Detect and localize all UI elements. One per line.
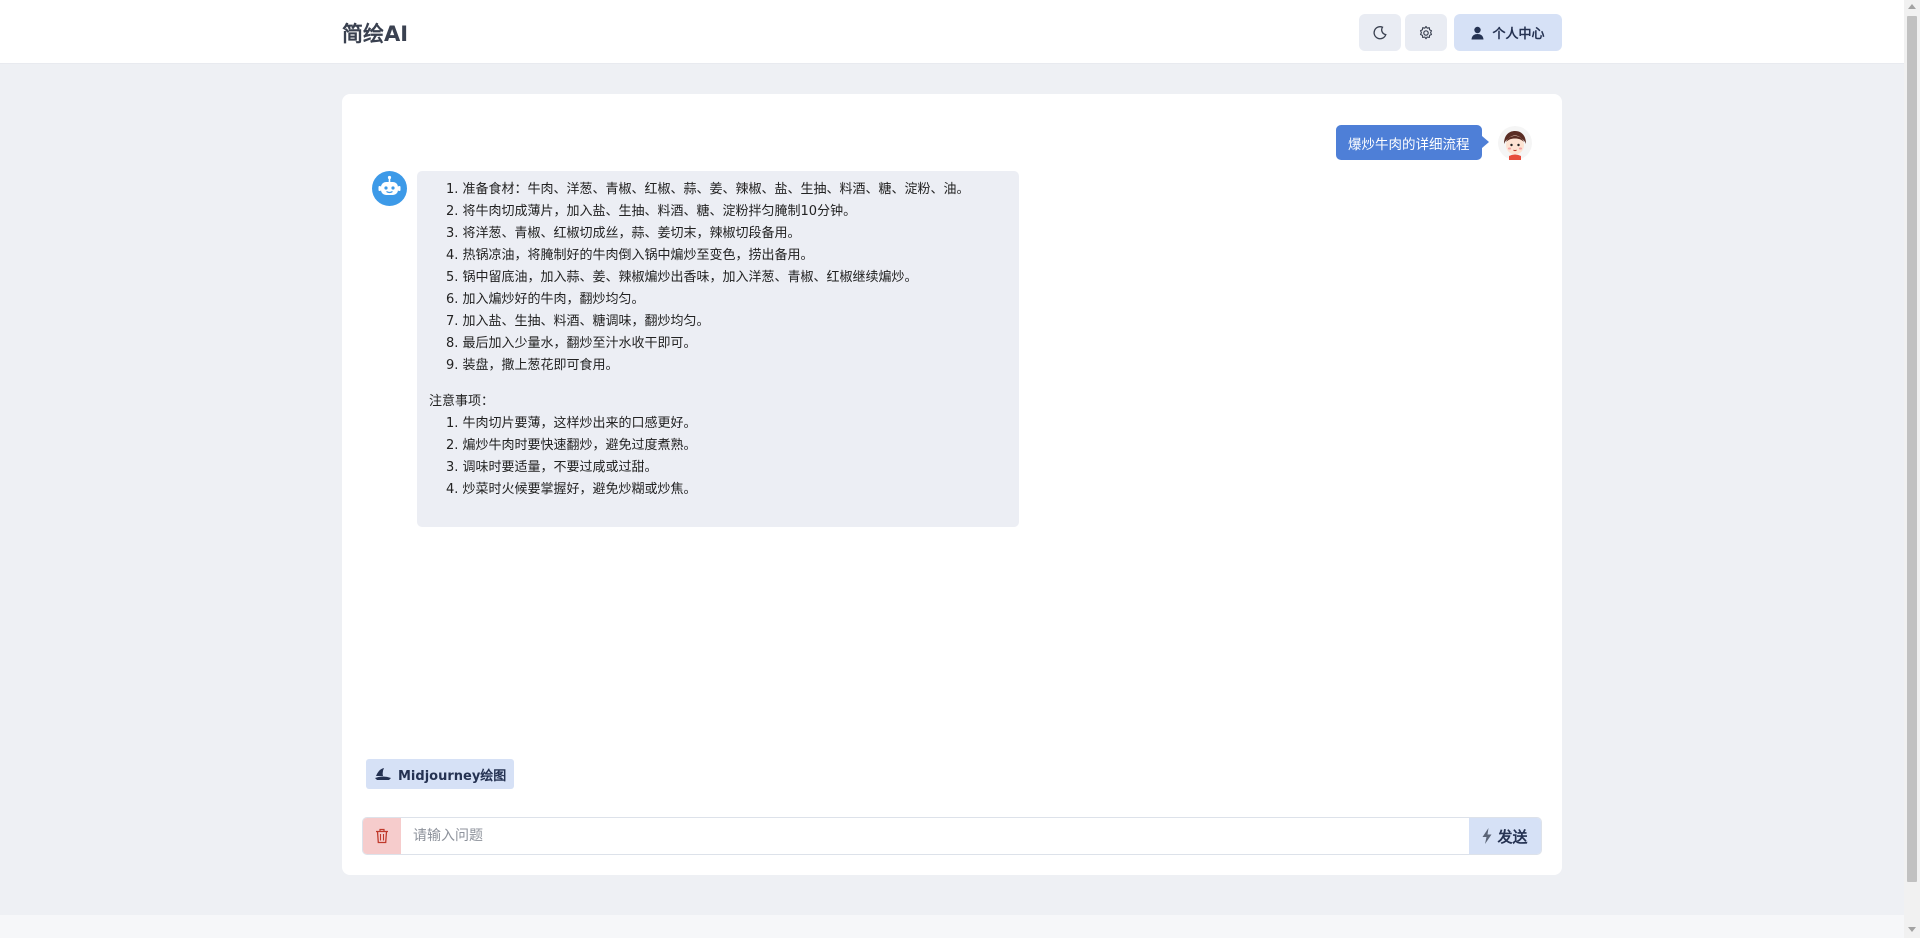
settings-button[interactable]: [1405, 14, 1447, 51]
sailboat-icon: [375, 768, 391, 780]
clear-chat-button[interactable]: [363, 818, 401, 854]
user-center-label: 个人中心: [1492, 27, 1545, 42]
user-message-text: 爆炒牛肉的详细流程: [1348, 136, 1470, 153]
send-label: 发送: [1497, 827, 1528, 846]
bot-message-bubble: 1. 准备食材：牛肉、洋葱、青椒、红椒、蒜、姜、辣椒、盐、生抽、料酒、糖、淀粉、…: [417, 171, 1019, 527]
midjourney-mode-button[interactable]: Midjourney绘图: [366, 759, 515, 789]
list-item: 1. 牛肉切片要薄，这样炒出来的口感更好。: [446, 416, 697, 431]
send-button[interactable]: 发送: [1469, 818, 1541, 854]
brand-title: 简绘AI: [342, 22, 409, 46]
scroll-up-arrow-icon[interactable]: [1908, 4, 1916, 9]
recipe-steps-list: 1. 准备食材：牛肉、洋葱、青椒、红椒、蒜、姜、辣椒、盐、生抽、料酒、糖、淀粉、…: [429, 179, 1007, 377]
top-navbar: 简绘AI 个人中心: [0, 0, 1904, 64]
notes-title: 注意事项：: [429, 394, 495, 409]
composer: 发送: [362, 817, 1542, 855]
notes-list: 1. 牛肉切片要薄，这样炒出来的口感更好。 2. 煸炒牛肉时要快速翻炒，避免过度…: [429, 413, 1007, 501]
user-avatar: [1498, 126, 1532, 160]
list-item: 3. 调味时要适量，不要过咸或过甜。: [446, 460, 658, 475]
user-center-button[interactable]: 个人中心: [1454, 14, 1562, 51]
user-icon: [1471, 26, 1484, 39]
gear-icon: [1419, 25, 1433, 39]
list-item: 9. 装盘，撒上葱花即可食用。: [446, 358, 619, 373]
theme-toggle-button[interactable]: [1359, 14, 1401, 51]
user-message-bubble: 爆炒牛肉的详细流程: [1336, 125, 1488, 160]
list-item: 1. 准备食材：牛肉、洋葱、青椒、红椒、蒜、姜、辣椒、盐、生抽、料酒、糖、淀粉、…: [446, 182, 970, 197]
bot-avatar: [372, 171, 407, 206]
scroll-thumb[interactable]: [1907, 16, 1917, 882]
list-item: 2. 将牛肉切成薄片，加入盐、生抽、料酒、糖、淀粉拌匀腌制10分钟。: [446, 204, 857, 219]
footer-strip: [0, 915, 1904, 938]
page-scrollbar[interactable]: [1904, 0, 1920, 938]
lightning-icon: [1482, 828, 1492, 844]
list-item: 2. 煸炒牛肉时要快速翻炒，避免过度煮熟。: [446, 438, 697, 453]
trash-icon: [376, 828, 388, 844]
scroll-down-arrow-icon[interactable]: [1908, 927, 1916, 932]
question-input[interactable]: [401, 818, 1431, 854]
list-item: 8. 最后加入少量水，翻炒至汁水收干即可。: [446, 336, 697, 351]
list-item: 4. 热锅凉油，将腌制好的牛肉倒入锅中煸炒至变色，捞出备用。: [446, 248, 814, 263]
list-item: 6. 加入煸炒好的牛肉，翻炒均匀。: [446, 292, 645, 307]
list-item: 4. 炒菜时火候要掌握好，避免炒糊或炒焦。: [446, 482, 697, 497]
list-item: 3. 将洋葱、青椒、红椒切成丝，蒜、姜切末，辣椒切段备用。: [446, 226, 801, 241]
moon-icon: [1373, 25, 1387, 39]
list-item: 7. 加入盐、生抽、料酒、糖调味，翻炒均匀。: [446, 314, 710, 329]
mode-label: Midjourney绘图: [398, 768, 507, 784]
list-item: 5. 锅中留底油，加入蒜、姜、辣椒煸炒出香味，加入洋葱、青椒、红椒继续煸炒。: [446, 270, 918, 285]
